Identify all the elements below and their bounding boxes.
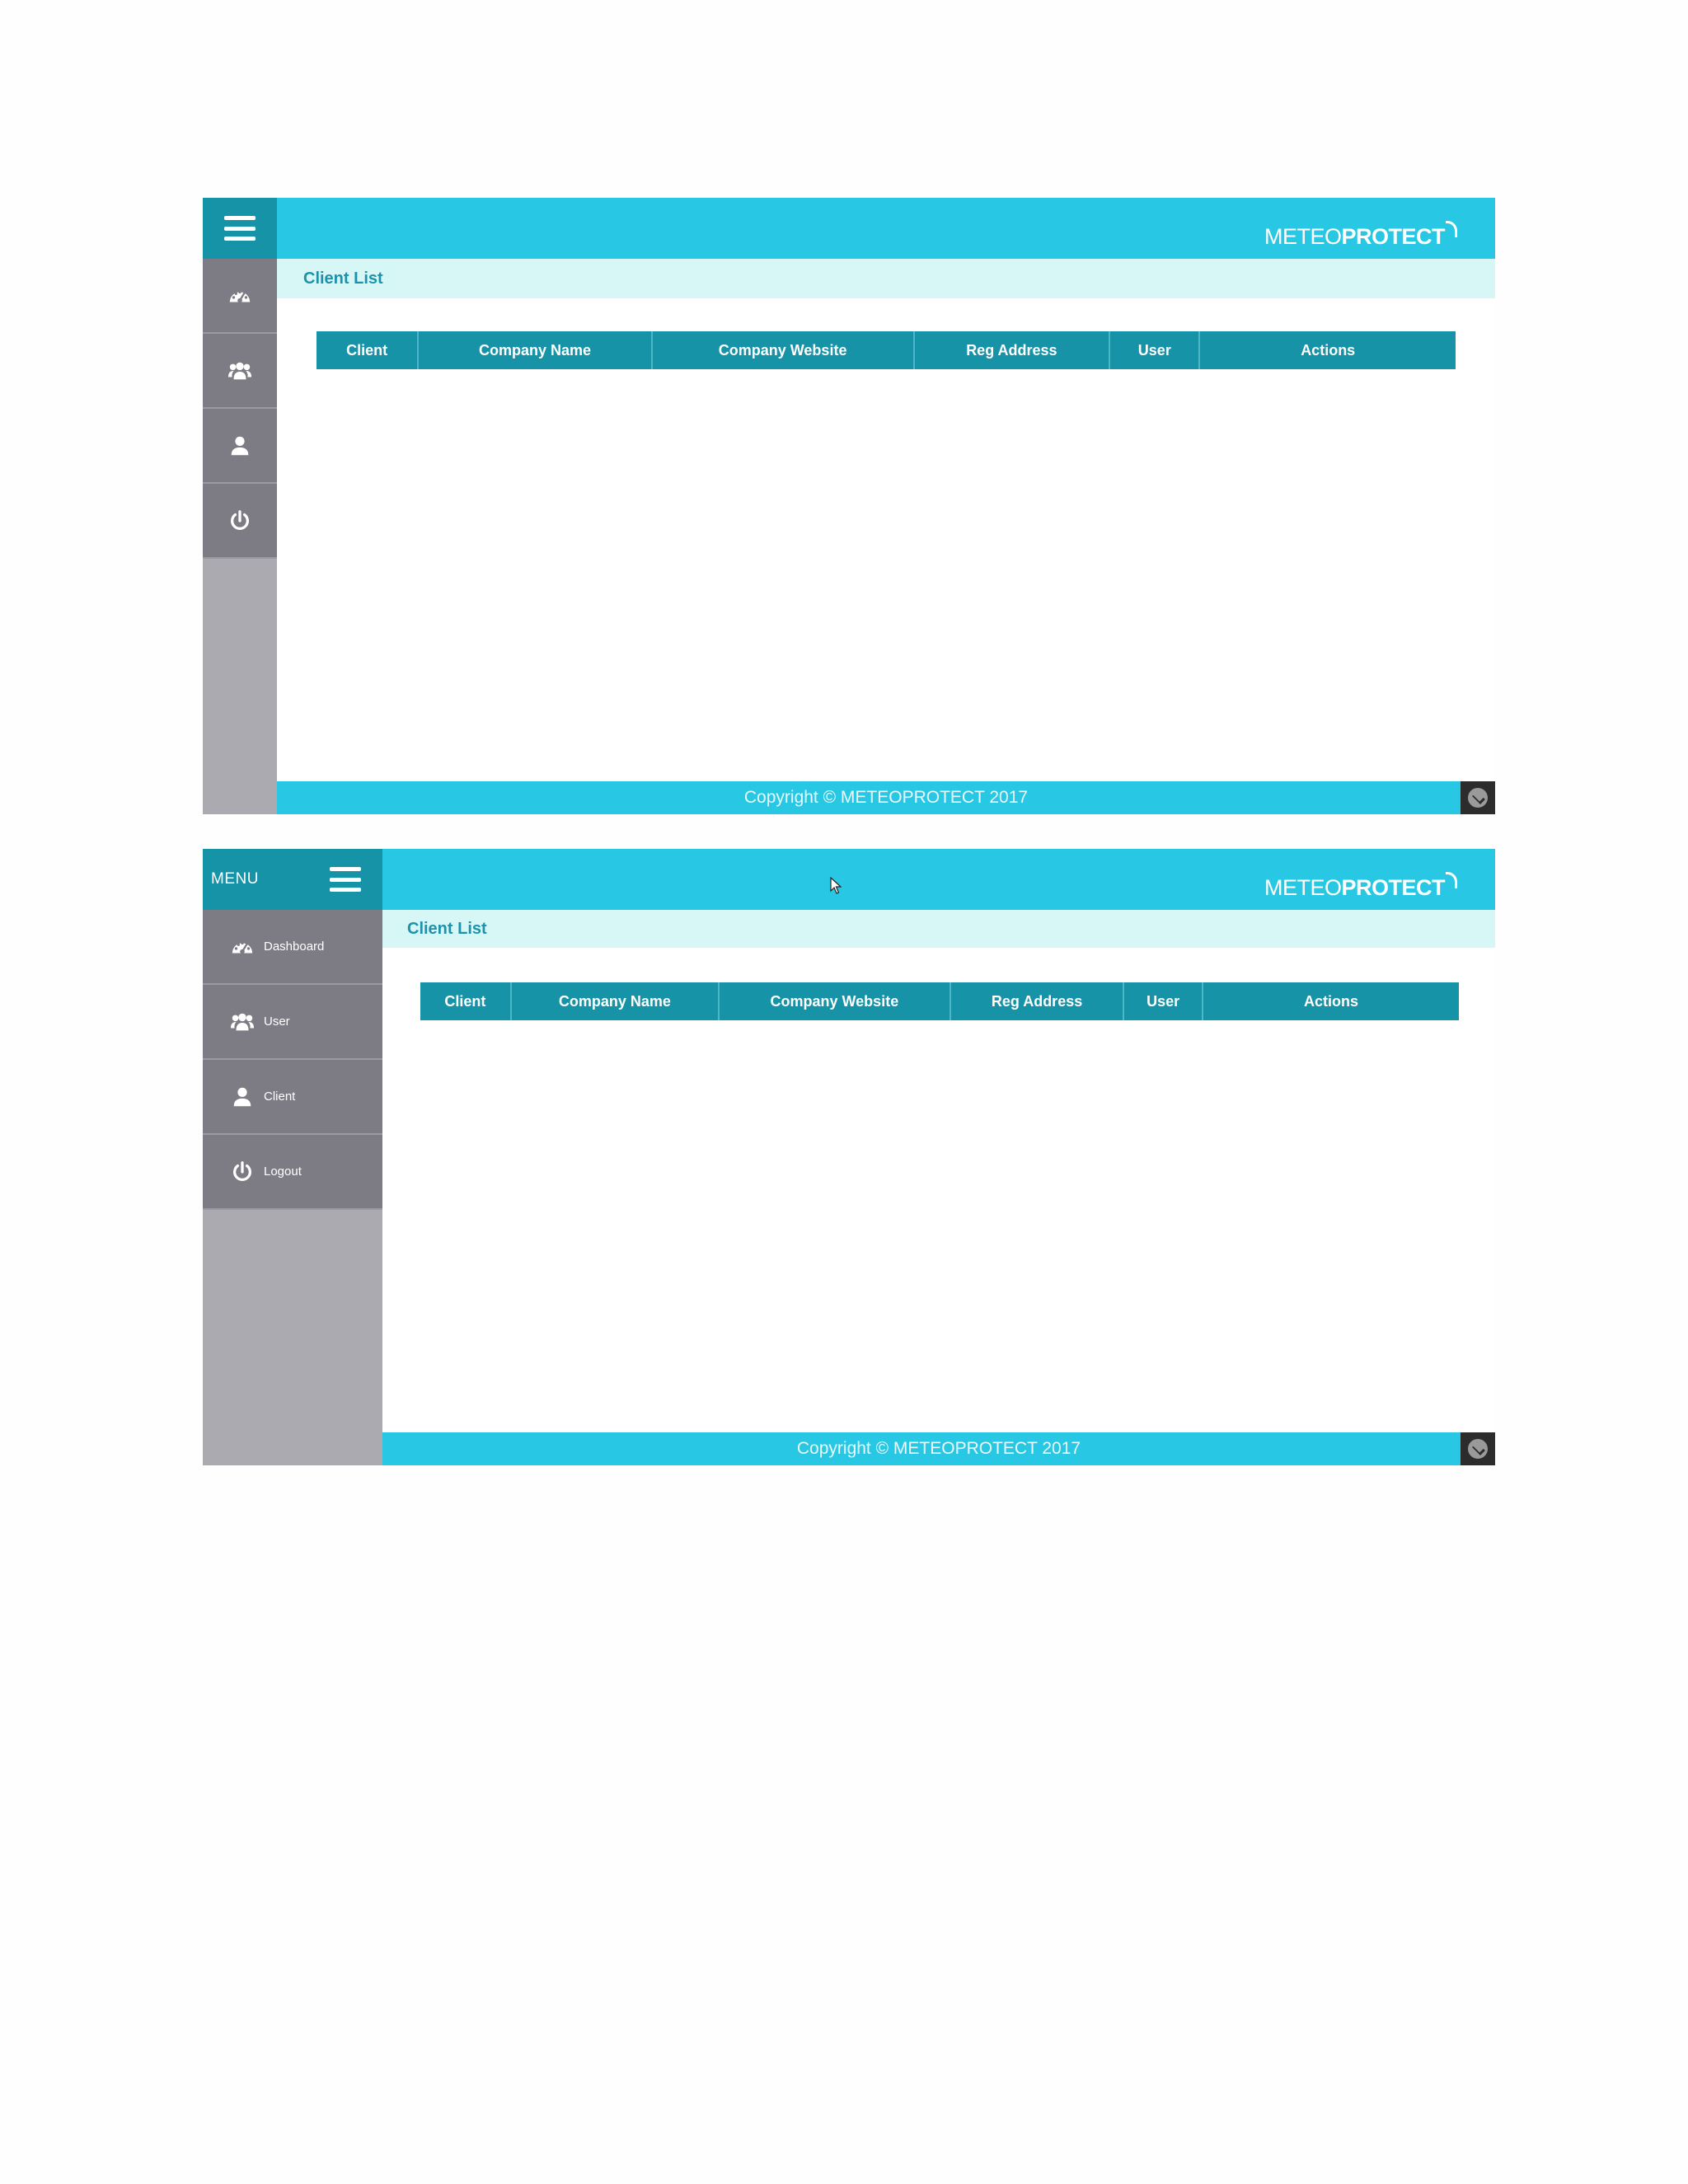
- main-area: METEOPROTECT Client List Client Company …: [382, 849, 1495, 1465]
- page-title: Client List: [303, 269, 383, 288]
- column-header-company-website[interactable]: Company Website: [720, 982, 951, 1020]
- mouse-cursor-icon: [830, 877, 842, 894]
- check-icon: [1468, 1439, 1488, 1459]
- column-header-actions[interactable]: Actions: [1203, 982, 1459, 1020]
- column-header-client[interactable]: Client: [420, 982, 512, 1020]
- column-header-client[interactable]: Client: [316, 331, 420, 369]
- top-header: METEOPROTECT: [277, 198, 1495, 259]
- sidebar-item-label: Logout: [264, 1165, 302, 1179]
- client-table-header: Client Company Name Company Website Reg …: [420, 982, 1459, 1020]
- sidebar-item-label: User: [264, 1015, 290, 1029]
- sidebar-item-dashboard[interactable]: Dashboard: [203, 910, 382, 985]
- scroll-to-top-button[interactable]: [1461, 1432, 1495, 1465]
- sidebar-item-dashboard[interactable]: [203, 259, 277, 334]
- dashboard-icon: [227, 283, 253, 309]
- client-icon: [227, 433, 253, 459]
- content-area: Client Company Name Company Website Reg …: [382, 948, 1495, 1432]
- users-icon: [229, 1009, 256, 1035]
- sidebar-header: MENU: [203, 849, 382, 910]
- sidebar-item-user[interactable]: [203, 334, 277, 409]
- sidebar-header: [203, 198, 277, 259]
- scroll-to-top-button[interactable]: [1461, 781, 1495, 814]
- hamburger-menu-icon[interactable]: [224, 216, 256, 241]
- column-header-user[interactable]: User: [1110, 331, 1201, 369]
- sidebar-item-user[interactable]: User: [203, 985, 382, 1060]
- copyright-text: Copyright © METEOPROTECT 2017: [796, 1439, 1081, 1458]
- menu-label: MENU: [211, 870, 259, 888]
- sidebar-item-logout[interactable]: [203, 484, 277, 559]
- sidebar: MENU Dashboard User Client Logout: [203, 849, 382, 1465]
- sidebar-item-label: Dashboard: [264, 940, 325, 954]
- content-area: Client Company Name Company Website Reg …: [277, 298, 1495, 781]
- column-header-company-name[interactable]: Company Name: [512, 982, 720, 1020]
- top-header: METEOPROTECT: [382, 849, 1495, 910]
- sidebar-item-logout[interactable]: Logout: [203, 1135, 382, 1210]
- hamburger-menu-icon[interactable]: [330, 867, 361, 892]
- brand-logo: METEOPROTECT: [1264, 221, 1457, 250]
- footer: Copyright © METEOPROTECT 2017: [382, 1432, 1495, 1465]
- power-icon: [229, 1159, 256, 1185]
- column-header-company-name[interactable]: Company Name: [419, 331, 653, 369]
- brand-logo: METEOPROTECT: [1264, 872, 1457, 901]
- column-header-reg-address[interactable]: Reg Address: [915, 331, 1111, 369]
- client-icon: [229, 1084, 256, 1110]
- sidebar-item-label: Client: [264, 1090, 296, 1104]
- sidebar: [203, 198, 277, 814]
- client-table-header: Client Company Name Company Website Reg …: [316, 331, 1456, 369]
- check-icon: [1468, 788, 1488, 808]
- dashboard-icon: [229, 934, 256, 960]
- column-header-user[interactable]: User: [1124, 982, 1203, 1020]
- sidebar-item-client[interactable]: [203, 409, 277, 484]
- page-title: Client List: [407, 919, 487, 938]
- page-title-bar: Client List: [277, 259, 1495, 298]
- screenshot-expanded-sidebar: MENU Dashboard User Client Logout METEOP…: [203, 849, 1495, 1465]
- sidebar-item-client[interactable]: Client: [203, 1060, 382, 1135]
- copyright-text: Copyright © METEOPROTECT 2017: [743, 788, 1029, 807]
- column-header-actions[interactable]: Actions: [1200, 331, 1456, 369]
- main-area: METEOPROTECT Client List Client Company …: [277, 198, 1495, 814]
- column-header-reg-address[interactable]: Reg Address: [951, 982, 1125, 1020]
- screenshot-collapsed-sidebar: METEOPROTECT Client List Client Company …: [203, 198, 1495, 814]
- power-icon: [227, 508, 253, 534]
- users-icon: [227, 358, 253, 384]
- column-header-company-website[interactable]: Company Website: [653, 331, 915, 369]
- page-title-bar: Client List: [382, 910, 1495, 948]
- footer: Copyright © METEOPROTECT 2017: [277, 781, 1495, 814]
